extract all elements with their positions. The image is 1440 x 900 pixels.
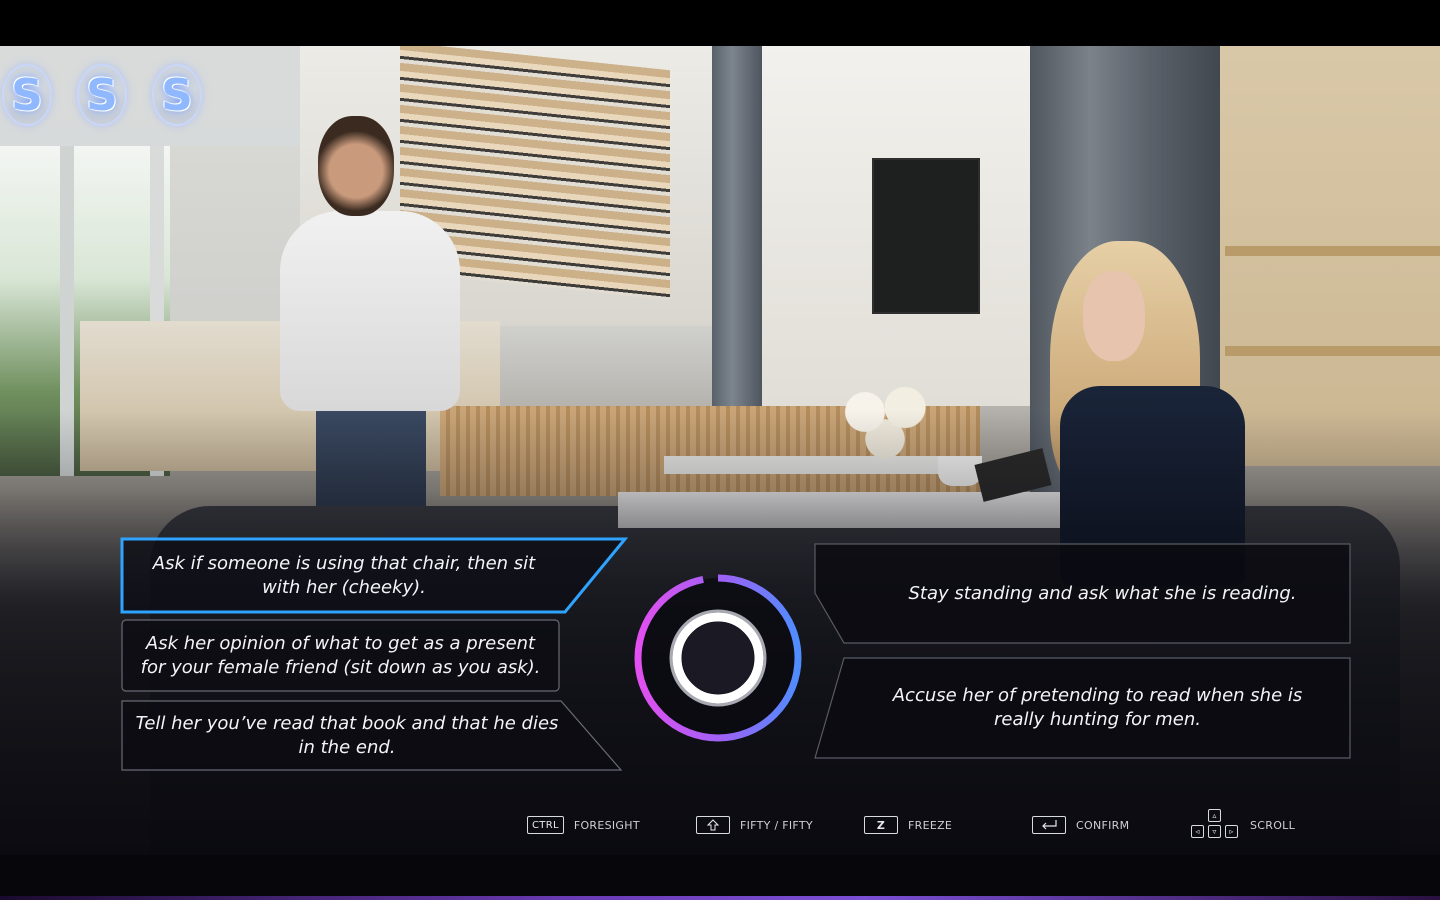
enter-arrow-icon xyxy=(1032,816,1066,834)
control-confirm[interactable]: CONFIRM xyxy=(1032,808,1129,842)
choice-text: Stay standing and ask what she is readin… xyxy=(908,582,1297,604)
control-fifty-fifty[interactable]: FIFTY / FIFTY xyxy=(696,808,813,842)
lifeline-s-icon[interactable]: S xyxy=(2,64,52,126)
bottom-glow-bar xyxy=(0,896,1440,900)
letterbox-top xyxy=(0,0,1440,46)
lifeline-label: S xyxy=(86,69,118,121)
control-label: FORESIGHT xyxy=(573,818,640,832)
control-label: CONFIRM xyxy=(1076,818,1130,832)
control-scroll[interactable]: ▵ ◃ ▿ ▹ SCROLL xyxy=(1190,808,1295,842)
z-key: Z xyxy=(864,816,898,834)
shift-arrow-icon xyxy=(696,816,730,834)
arrow-up-icon: ▵ xyxy=(1208,809,1221,822)
control-label: FIFTY / FIFTY xyxy=(740,818,813,832)
control-label: FREEZE xyxy=(908,818,953,832)
control-label: SCROLL xyxy=(1250,818,1296,832)
lifeline-label: S xyxy=(161,69,193,121)
choice-text: Accuse her of pretending to read when sh… xyxy=(892,685,1303,730)
arrow-right-icon: ▹ xyxy=(1225,825,1238,838)
countdown-timer xyxy=(634,574,802,742)
arrow-down-icon: ▿ xyxy=(1208,825,1221,838)
lifeline-s-icon[interactable]: S xyxy=(77,64,127,126)
letterbox-bottom xyxy=(0,855,1440,900)
choice-option-selected[interactable]: Ask if someone is using that chair, then… xyxy=(120,537,628,614)
choice-text: Ask her opinion of what to get as a pres… xyxy=(140,632,541,678)
timer-core xyxy=(682,622,754,694)
choice-text: Ask if someone is using that chair, then… xyxy=(152,552,536,598)
lifeline-s-icon[interactable]: S xyxy=(152,64,202,126)
control-foresight[interactable]: CTRL FORESIGHT xyxy=(527,808,640,842)
choice-text: Tell her you’ve read that book and that … xyxy=(135,712,559,758)
lifeline-label: S xyxy=(11,69,43,121)
control-freeze[interactable]: Z FREEZE xyxy=(864,808,952,842)
choice-option[interactable]: Ask her opinion of what to get as a pres… xyxy=(121,619,560,692)
ctrl-key: CTRL xyxy=(527,816,564,834)
arrow-left-icon: ◃ xyxy=(1191,825,1204,838)
choice-option[interactable]: Stay standing and ask what she is readin… xyxy=(814,543,1351,644)
choice-option[interactable]: Tell her you’ve read that book and that … xyxy=(121,700,623,771)
choice-option[interactable]: Accuse her of pretending to read when sh… xyxy=(814,657,1351,759)
arrow-keys-icon: ▵ ◃ ▿ ▹ xyxy=(1190,808,1240,842)
